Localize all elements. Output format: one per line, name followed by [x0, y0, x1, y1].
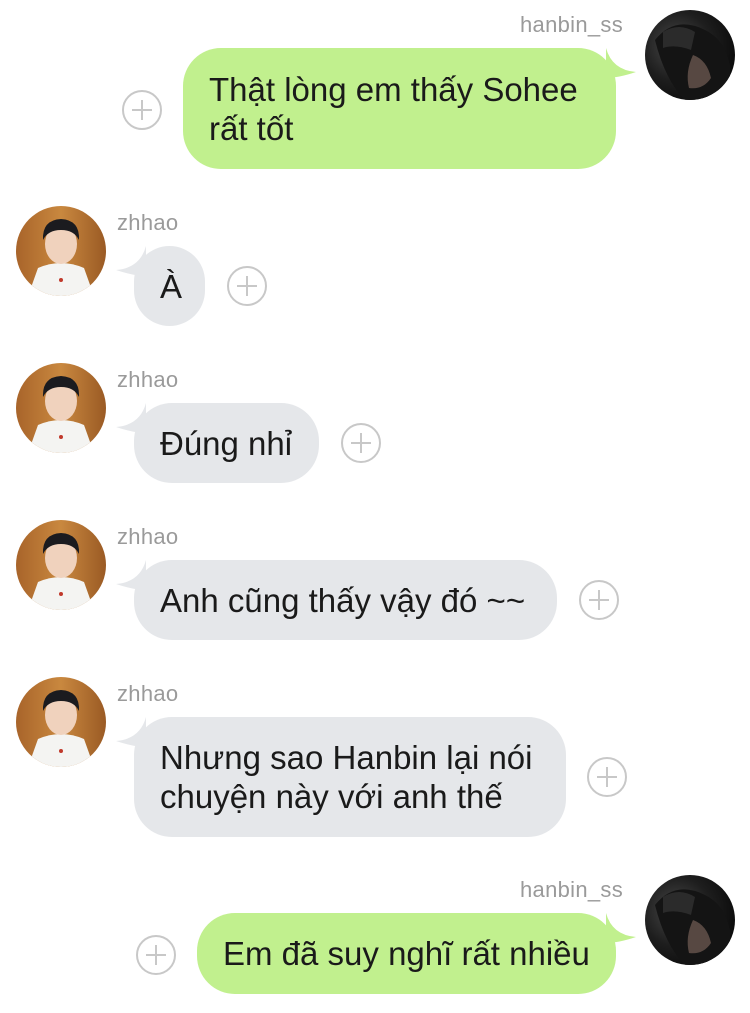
add-reaction-button[interactable]: [135, 934, 177, 976]
sender-name: hanbin_ss: [520, 12, 623, 37]
plus-circle-icon: [136, 935, 176, 975]
sender-name: zhhao: [117, 367, 179, 392]
add-reaction-button[interactable]: [586, 756, 628, 798]
plus-circle-icon: [122, 90, 162, 130]
sender-name: hanbin_ss: [520, 877, 623, 902]
message-bubble[interactable]: Thật lòng em thấy Sohee rất tốt: [183, 48, 616, 169]
add-reaction-button[interactable]: [340, 422, 382, 464]
sender-name: zhhao: [117, 681, 179, 706]
add-reaction-button[interactable]: [121, 89, 163, 131]
avatar[interactable]: [16, 677, 106, 767]
message-bubble[interactable]: Nhưng sao Hanbin lại nói chuyện này với …: [134, 717, 566, 837]
avatar[interactable]: [16, 206, 106, 296]
avatar[interactable]: [16, 520, 106, 610]
plus-circle-icon: [341, 423, 381, 463]
plus-circle-icon: [227, 266, 267, 306]
avatar[interactable]: [645, 875, 735, 965]
add-reaction-button[interactable]: [226, 265, 268, 307]
plus-circle-icon: [587, 757, 627, 797]
avatar[interactable]: [645, 10, 735, 100]
message-bubble[interactable]: Anh cũng thấy vậy đó ~~: [134, 560, 557, 640]
message-bubble[interactable]: Đúng nhỉ: [134, 403, 319, 483]
add-reaction-button[interactable]: [578, 579, 620, 621]
message-bubble[interactable]: Em đã suy nghĩ rất nhiều: [197, 913, 616, 994]
sender-name: zhhao: [117, 210, 179, 235]
avatar[interactable]: [16, 363, 106, 453]
plus-circle-icon: [579, 580, 619, 620]
message-bubble[interactable]: À: [134, 246, 205, 326]
sender-name: zhhao: [117, 524, 179, 549]
